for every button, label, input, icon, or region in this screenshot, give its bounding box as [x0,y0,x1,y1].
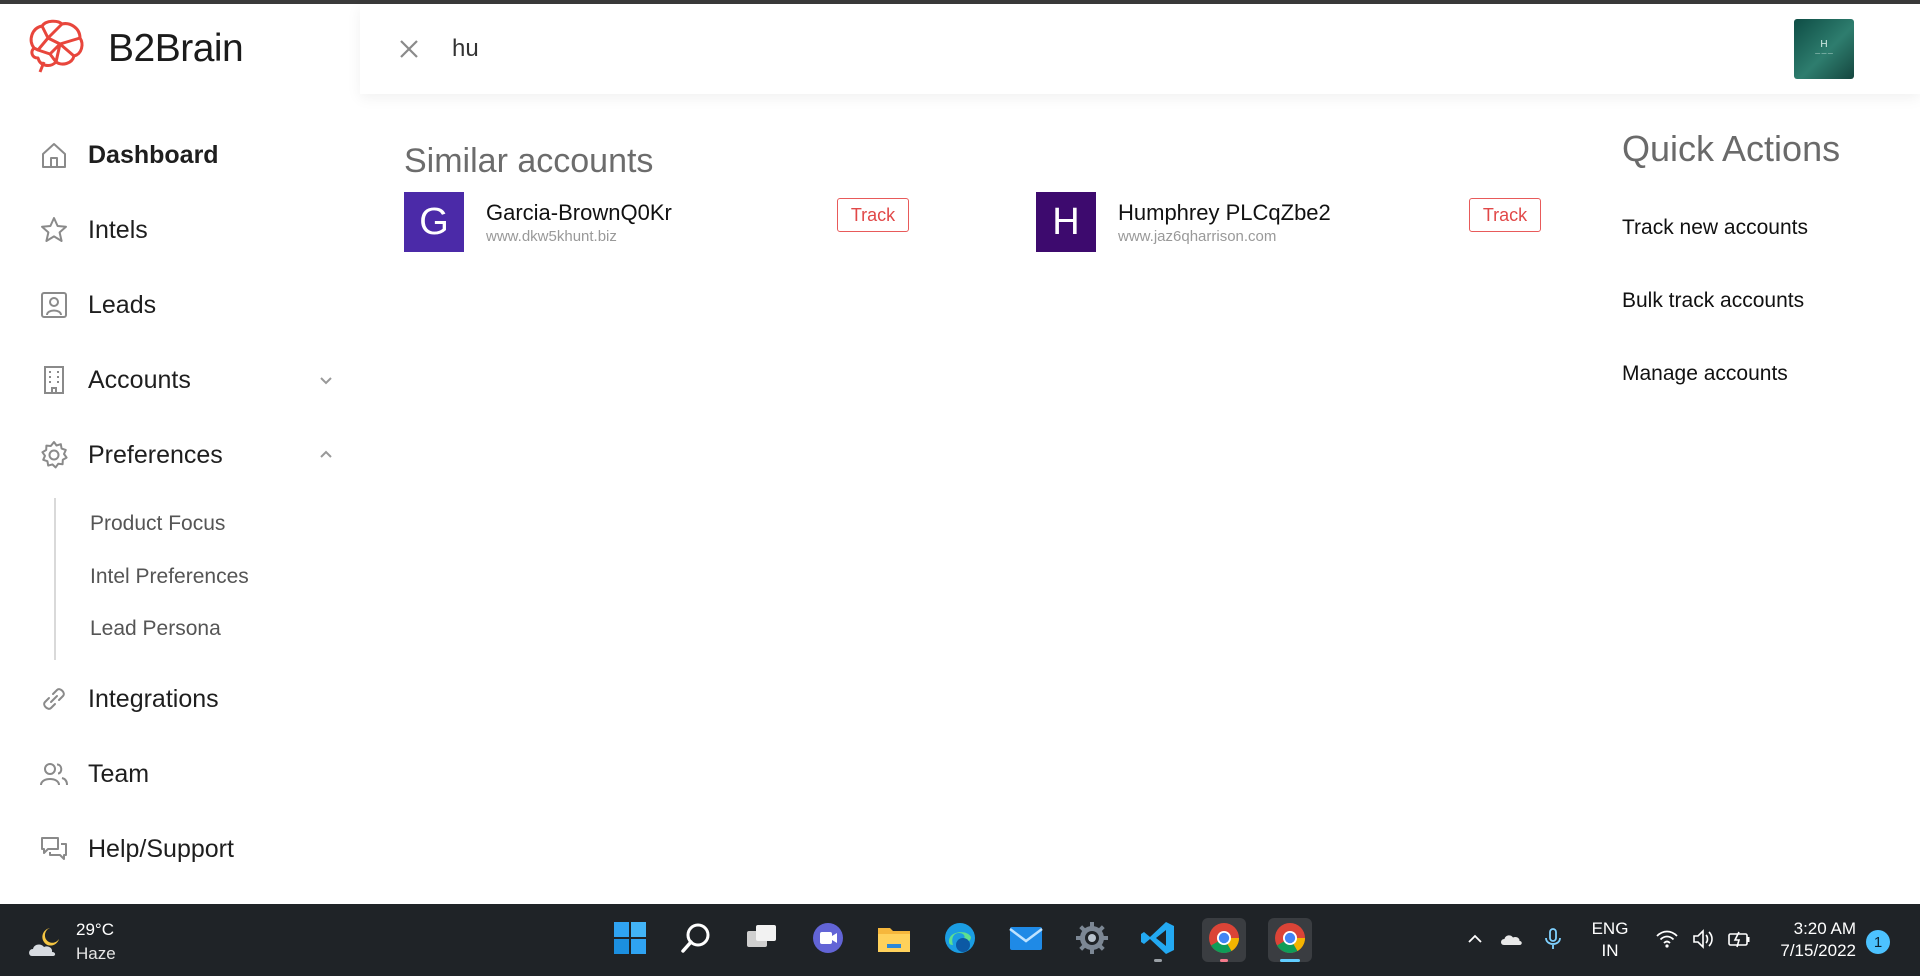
region-code: IN [1601,941,1619,960]
file-explorer-button[interactable] [872,918,916,962]
language-code: ENG [1591,919,1629,938]
sidebar-item-label: Dashboard [88,140,219,169]
chevron-up-icon[interactable] [316,445,336,465]
sidebar-item-leads[interactable]: Leads [0,280,360,330]
track-button[interactable]: Track [1469,198,1541,232]
sidebar-subitem-lead-persona[interactable]: Lead Persona [90,617,221,641]
volume-icon[interactable] [1690,926,1718,954]
home-icon [38,139,70,171]
language-indicator[interactable]: ENG IN [1590,918,1630,962]
running-indicator [1154,959,1162,962]
search-bar: H— — — [360,4,1920,94]
sidebar-item-accounts[interactable]: Accounts [0,355,360,405]
start-button[interactable] [608,918,652,962]
weather-widget[interactable]: 29°C Haze [26,918,146,964]
similar-accounts-title: Similar accounts [404,142,654,180]
sidebar-item-label: Preferences [88,440,223,469]
track-new-accounts-link[interactable]: Track new accounts [1622,216,1808,240]
notification-badge[interactable]: 1 [1866,930,1890,954]
quick-actions-title: Quick Actions [1622,128,1841,169]
chrome-window-1-button[interactable] [1202,918,1246,962]
chrome-icon [1271,919,1309,962]
sidebar-item-preferences[interactable]: Preferences [0,430,360,480]
running-indicator [1220,959,1228,962]
company-url: www.jaz6qharrison.com [1118,228,1277,245]
close-icon[interactable] [394,34,424,64]
sidebar-item-label: Accounts [88,365,191,394]
search-icon [677,919,715,962]
taskbar-search-button[interactable] [674,918,718,962]
chevron-down-icon[interactable] [316,370,336,390]
taskbar: 29°C Haze ENG IN 3:20 AM 7/15/2022 1 [0,904,1920,976]
weather-moon-cloud-icon [26,924,66,960]
folder-icon [875,919,913,962]
clock-time: 3:20 AM [1793,919,1856,938]
company-url: www.dkw5khunt.biz [486,228,617,245]
edge-browser-button[interactable] [938,918,982,962]
settings-gear-icon [1073,919,1111,962]
person-badge-icon [38,289,70,321]
bulk-track-accounts-link[interactable]: Bulk track accounts [1622,289,1804,313]
submenu-divider [54,498,56,660]
brand-logo[interactable]: B2Brain [24,18,244,79]
teams-chat-button[interactable] [806,918,850,962]
chrome-window-2-button[interactable] [1268,918,1312,962]
building-icon [38,364,70,396]
list-item: H Humphrey PLCqZbe2 www.jaz6qharrison.co… [1036,192,1556,254]
active-window-indicator [1280,959,1300,962]
sidebar-subitem-product-focus[interactable]: Product Focus [90,512,225,536]
brand-name: B2Brain [108,26,244,70]
wifi-icon[interactable] [1654,926,1682,954]
chat-icon [38,833,70,865]
track-button[interactable]: Track [837,198,909,232]
edge-icon [941,919,979,962]
clock-date: 7/15/2022 [1780,941,1856,960]
sidebar-item-dashboard[interactable]: Dashboard [0,130,360,180]
sidebar-item-label: Help/Support [88,834,234,863]
sidebar-item-team[interactable]: Team [0,749,360,799]
weather-temperature: 29°C [76,920,114,939]
main-content: H— — — Similar accounts G Garcia-BrownQ0… [360,4,1920,904]
sidebar-subitem-intel-preferences[interactable]: Intel Preferences [90,565,249,589]
link-icon [38,683,70,715]
mail-icon [1007,919,1045,962]
avatar[interactable]: H — — — [1794,19,1854,79]
brain-logo-icon [24,18,86,79]
company-name[interactable]: Garcia-BrownQ0Kr [486,200,672,226]
company-logo[interactable]: G [404,192,464,252]
sidebar-item-label: Leads [88,290,157,319]
company-name[interactable]: Humphrey PLCqZbe2 [1118,200,1331,226]
team-icon [38,758,70,790]
vscode-button[interactable] [1136,918,1180,962]
company-logo[interactable]: H [1036,192,1096,252]
search-input[interactable] [452,26,1052,72]
battery-charging-icon[interactable] [1726,926,1754,954]
weather-condition: Haze [76,944,116,963]
sidebar-item-intels[interactable]: Intels [0,205,360,255]
sidebar-item-label: Integrations [88,684,219,713]
sidebar-item-label: Intels [88,215,148,244]
sidebar-item-integrations[interactable]: Integrations [0,674,360,724]
mail-button[interactable] [1004,918,1048,962]
sidebar-item-label: Team [88,759,150,788]
task-view-icon [743,919,781,962]
settings-button[interactable] [1070,918,1114,962]
task-view-button[interactable] [740,918,784,962]
system-clock[interactable]: 3:20 AM 7/15/2022 [1770,918,1856,962]
chrome-icon [1205,919,1243,962]
gear-icon [38,439,70,471]
star-icon [38,214,70,246]
windows-start-icon [611,919,649,962]
manage-accounts-link[interactable]: Manage accounts [1622,362,1788,386]
list-item: G Garcia-BrownQ0Kr www.dkw5khunt.biz Tra… [404,192,924,254]
sidebar: B2Brain Dashboard Intels Leads Accounts [0,4,360,904]
onedrive-cloud-icon[interactable] [1498,926,1526,954]
microphone-icon[interactable] [1540,926,1568,954]
chevron-up-icon[interactable] [1462,926,1490,954]
video-chat-icon [809,919,847,962]
sidebar-item-help-support[interactable]: Help/Support [0,824,360,874]
vscode-icon [1139,919,1177,962]
